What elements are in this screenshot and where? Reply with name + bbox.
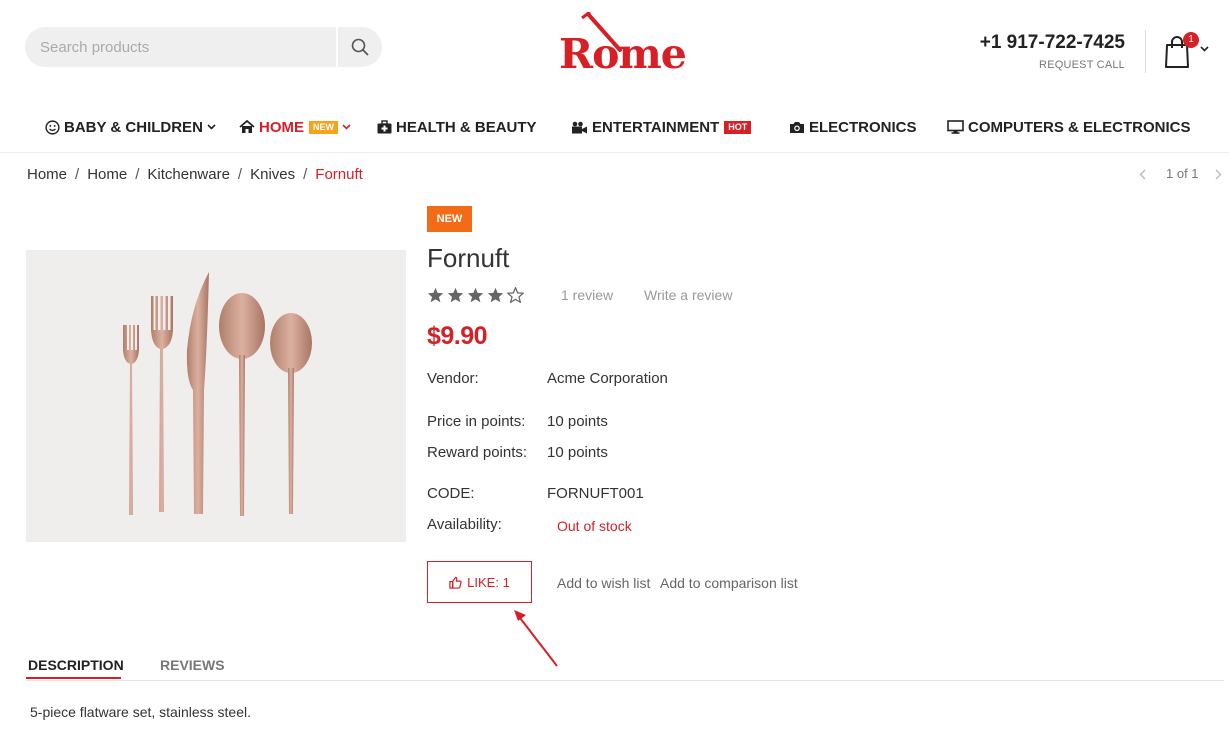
flatware-set-image bbox=[123, 272, 312, 516]
star-filled-icon bbox=[467, 287, 484, 303]
product-title: Fornuft bbox=[427, 243, 510, 273]
phone-number[interactable]: +1 917-722-7425 bbox=[980, 32, 1125, 54]
write-review-link[interactable]: Write a review bbox=[644, 287, 732, 303]
nav-label: COMPUTERS & ELECTRONICS bbox=[968, 118, 1191, 136]
code-value: FORNUFT001 bbox=[547, 485, 644, 502]
price-points-label: Price in points: bbox=[427, 413, 526, 430]
breadcrumb-separator: / bbox=[75, 166, 80, 183]
reward-points-label: Reward points: bbox=[427, 444, 528, 461]
like-button[interactable]: LIKE: 1 bbox=[427, 561, 532, 603]
camera-icon bbox=[789, 121, 805, 134]
breadcrumb-separator: / bbox=[303, 166, 308, 183]
add-to-comparison-list-link[interactable]: Add to comparison list bbox=[660, 575, 798, 591]
medical-kit-icon bbox=[377, 120, 392, 134]
add-to-wish-list-link[interactable]: Add to wish list bbox=[557, 575, 650, 591]
annotation-arrow bbox=[514, 610, 558, 667]
main-nav: BABY & CHILDREN HOME NEW HEALTH & BEAUTY… bbox=[0, 112, 1229, 142]
monitor-icon bbox=[947, 120, 964, 134]
nav-label: HOME bbox=[259, 118, 304, 136]
breadcrumb-link[interactable]: Home bbox=[87, 166, 127, 183]
vendor-label: Vendor: bbox=[427, 370, 479, 387]
pager-count: 1 of 1 bbox=[1166, 166, 1199, 181]
active-tab-indicator bbox=[26, 677, 121, 679]
nav-item-electronics[interactable]: ELECTRONICS bbox=[789, 112, 917, 142]
price-points-row: Price in points: 10 points bbox=[427, 413, 608, 430]
product-pager: 1 of 1 bbox=[1129, 166, 1229, 186]
search-input[interactable] bbox=[25, 27, 337, 67]
thumbs-up-icon bbox=[449, 576, 462, 589]
chevron-right-icon[interactable] bbox=[1215, 169, 1222, 180]
breadcrumb-link[interactable]: Knives bbox=[250, 166, 295, 183]
logo[interactable]: Rome bbox=[556, 12, 696, 78]
product-image[interactable] bbox=[26, 250, 406, 542]
chevron-down-icon bbox=[1200, 46, 1209, 52]
nav-divider bbox=[0, 152, 1229, 153]
product-description: 5-piece flatware set, stainless steel. bbox=[30, 704, 251, 720]
product-price: $9.90 bbox=[427, 322, 488, 350]
vendor-value[interactable]: Acme Corporation bbox=[547, 370, 668, 387]
smiley-icon bbox=[45, 119, 60, 135]
new-tag: NEW bbox=[309, 120, 338, 134]
breadcrumb-link[interactable]: Home bbox=[27, 166, 67, 183]
star-empty-icon bbox=[507, 287, 524, 303]
nav-item-baby-children[interactable]: BABY & CHILDREN bbox=[45, 112, 216, 142]
tabs-divider bbox=[26, 680, 1224, 681]
search-button[interactable] bbox=[338, 27, 382, 67]
new-badge: NEW bbox=[427, 206, 472, 232]
availability-row: Availability: Out of stock bbox=[427, 516, 632, 534]
cart-button[interactable]: 1 bbox=[1163, 32, 1215, 72]
reward-points-row: Reward points: 10 points bbox=[427, 444, 608, 461]
tab-reviews[interactable]: REVIEWS bbox=[160, 657, 225, 673]
star-filled-icon bbox=[427, 287, 444, 303]
breadcrumb-current: Fornuft bbox=[315, 166, 363, 183]
nav-label: BABY & CHILDREN bbox=[64, 118, 203, 136]
rating-stars[interactable] bbox=[427, 287, 524, 303]
chevron-down-icon bbox=[207, 124, 216, 130]
nav-label: HEALTH & BEAUTY bbox=[396, 118, 537, 136]
code-row: CODE: FORNUFT001 bbox=[427, 485, 644, 502]
star-filled-icon bbox=[487, 287, 504, 303]
vendor-row: Vendor: Acme Corporation bbox=[427, 370, 668, 387]
code-label: CODE: bbox=[427, 485, 475, 502]
chevron-down-icon bbox=[342, 124, 351, 130]
search-bar bbox=[25, 27, 382, 67]
hot-tag: HOT bbox=[724, 120, 752, 134]
video-camera-icon bbox=[571, 121, 588, 134]
reward-points-value: 10 points bbox=[547, 444, 608, 461]
breadcrumb-link[interactable]: Kitchenware bbox=[147, 166, 230, 183]
price-points-value: 10 points bbox=[547, 413, 608, 430]
breadcrumb: Home / Home / Kitchenware / Knives / Fornuft bbox=[27, 166, 363, 183]
search-icon bbox=[351, 38, 369, 56]
breadcrumb-separator: / bbox=[237, 166, 243, 183]
chevron-left-icon[interactable] bbox=[1139, 169, 1146, 180]
nav-item-health-beauty[interactable]: HEALTH & BEAUTY bbox=[377, 112, 537, 142]
review-count-link[interactable]: 1 review bbox=[561, 287, 613, 303]
breadcrumb-separator: / bbox=[135, 166, 140, 183]
nav-label: ENTERTAINMENT bbox=[592, 118, 720, 136]
nav-label: ELECTRONICS bbox=[809, 118, 917, 136]
tab-description[interactable]: DESCRIPTION bbox=[28, 657, 124, 673]
header-divider bbox=[1145, 30, 1146, 73]
logo-text: Rome bbox=[559, 30, 687, 78]
nav-item-entertainment[interactable]: ENTERTAINMENT HOT bbox=[571, 112, 752, 142]
request-call-link[interactable]: REQUEST CALL bbox=[1039, 59, 1125, 71]
nav-item-computers-electronics[interactable]: COMPUTERS & ELECTRONICS bbox=[947, 112, 1191, 142]
like-label: LIKE: 1 bbox=[467, 574, 510, 590]
home-icon bbox=[239, 120, 255, 134]
availability-label: Availability: bbox=[427, 516, 502, 533]
nav-item-home[interactable]: HOME NEW bbox=[239, 112, 351, 142]
star-filled-icon bbox=[447, 287, 464, 303]
cart-count-badge: 1 bbox=[1183, 32, 1199, 48]
availability-status: Out of stock bbox=[557, 518, 632, 534]
